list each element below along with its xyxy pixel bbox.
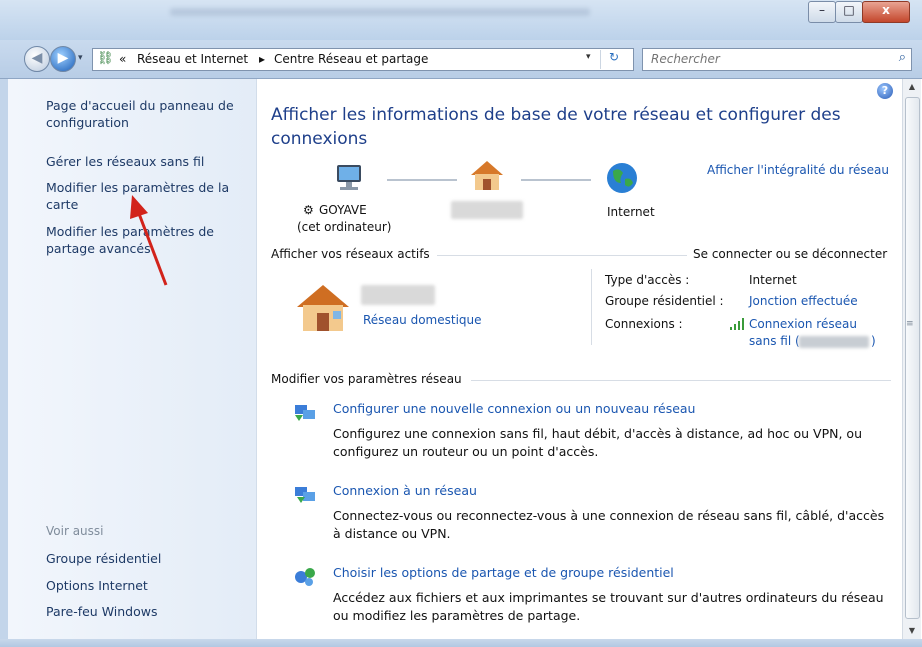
home-network-icon [471,161,503,190]
change-adapter-settings-link[interactable]: Modifier les paramètres de la carte [46,179,246,213]
computer-icon [337,165,361,190]
access-type-label: Type d'accès : [605,273,690,287]
refresh-icon[interactable]: ↻ [600,50,627,69]
see-also-heading: Voir aussi [46,524,104,538]
vertical-scrollbar[interactable]: ▲ ≡ ▼ [902,79,921,639]
address-bar[interactable]: ⛓ « Réseau et Internet ▸ Centre Réseau e… [92,48,634,71]
change-settings-heading: Modifier vos paramètres réseau [271,372,462,386]
internet-label: Internet [607,205,655,219]
search-icon[interactable]: ⌕ [899,50,906,65]
wireless-connection-link[interactable]: Connexion réseau [749,317,857,331]
wireless-signal-icon [730,318,744,330]
page-title: Afficher les informations de base de vot… [271,105,841,149]
redacted-network-name [451,201,523,219]
section-divider [471,380,891,381]
navigation-bar: ◀ ▶ ▾ ⛓ « Réseau et Internet ▸ Centre Ré… [0,40,922,79]
scrollbar-grip-icon: ≡ [906,319,914,329]
network-type-link[interactable]: Réseau domestique [363,313,482,327]
recent-pages-dropdown[interactable]: ▾ [78,53,83,63]
connection-line [387,179,457,181]
redacted-ssid [799,336,869,348]
search-box[interactable]: ⌕ [642,48,912,71]
scrollbar-thumb[interactable] [905,97,920,619]
maximize-icon: □ [843,3,855,17]
setup-new-connection-description: Configurez une connexion sans fil, haut … [333,426,862,459]
home-network-large-icon [297,285,349,331]
minimize-icon: – [819,3,825,17]
advanced-sharing-settings-link[interactable]: Modifier les paramètres de partage avanc… [46,223,246,257]
close-icon: x [882,3,890,17]
connection-line [521,179,591,181]
new-connection-icon [295,405,315,421]
view-full-map-link[interactable]: Afficher l'intégralité du réseau [707,163,889,177]
access-type-value: Internet [749,273,797,287]
sharing-options-description: Accédez aux fichiers et aux imprimantes … [333,590,884,623]
windows-firewall-link[interactable]: Pare-feu Windows [46,603,246,620]
connect-to-network-description: Connectez-vous ou reconnectez-vous à une… [333,508,885,541]
computer-name: GOYAVE [319,203,367,217]
section-divider [437,255,687,256]
address-dropdown-icon[interactable]: ▾ [586,52,591,62]
network-folder-icon: ⛓ [97,51,114,66]
breadcrumb-separator[interactable]: ▸ [259,52,265,66]
back-arrow-icon: ◀ [31,50,43,66]
computer-name-icon: ⚙ [303,203,314,217]
manage-wireless-networks-link[interactable]: Gérer les réseaux sans fil [46,153,246,170]
search-input[interactable] [649,51,873,67]
left-navigation-pane: Page d'accueil du panneau de configurati… [8,79,257,639]
homegroup-label: Groupe résidentiel : [605,294,724,308]
control-panel-home-link[interactable]: Page d'accueil du panneau de configurati… [46,97,246,131]
redacted-active-network-name [361,285,435,305]
blurred-title [170,8,590,16]
internet-options-link[interactable]: Options Internet [46,577,246,594]
main-content: ? Afficher les informations de base de v… [257,79,902,639]
breadcrumb-network-internet[interactable]: Réseau et Internet [137,52,248,66]
window-frame-bottom [0,639,922,647]
window-frame-left [0,79,8,639]
scroll-down-icon[interactable]: ▼ [903,623,921,639]
breadcrumb-chevron[interactable]: « [119,52,126,66]
wireless-connection-link-end[interactable]: ) [871,334,876,348]
sharing-options-link[interactable]: Choisir les options de partage et de gro… [333,565,674,580]
homegroup-link[interactable]: Groupe résidentiel [46,550,246,567]
forward-button[interactable]: ▶ [50,46,76,72]
connect-to-network-link[interactable]: Connexion à un réseau [333,483,477,498]
computer-subtitle: (cet ordinateur) [297,220,392,234]
control-panel-window: – □ x ◀ ▶ ▾ ⛓ « Réseau et Internet ▸ Cen… [0,0,922,647]
forward-arrow-icon: ▶ [57,50,69,66]
help-icon[interactable]: ? [877,83,893,99]
setup-new-connection-link[interactable]: Configurer une nouvelle connexion ou un … [333,401,695,416]
minimize-button[interactable]: – [808,1,836,23]
wireless-connection-link-line2[interactable]: sans fil ( [749,334,800,348]
active-networks-heading: Afficher vos réseaux actifs [271,247,430,261]
internet-globe-icon [607,163,637,193]
close-button[interactable]: x [862,1,910,23]
connect-disconnect-link[interactable]: Se connecter ou se déconnecter [693,247,887,261]
breadcrumb-network-sharing-center[interactable]: Centre Réseau et partage [274,52,428,66]
connect-to-network-icon [295,487,315,503]
vertical-divider [591,269,592,345]
back-button[interactable]: ◀ [24,46,50,72]
scroll-up-icon[interactable]: ▲ [903,79,921,95]
sharing-options-icon [295,568,315,586]
connections-label: Connexions : [605,317,683,331]
title-bar: – □ x [0,0,922,40]
homegroup-link[interactable]: Jonction effectuée [749,294,858,308]
maximize-button[interactable]: □ [835,1,863,23]
